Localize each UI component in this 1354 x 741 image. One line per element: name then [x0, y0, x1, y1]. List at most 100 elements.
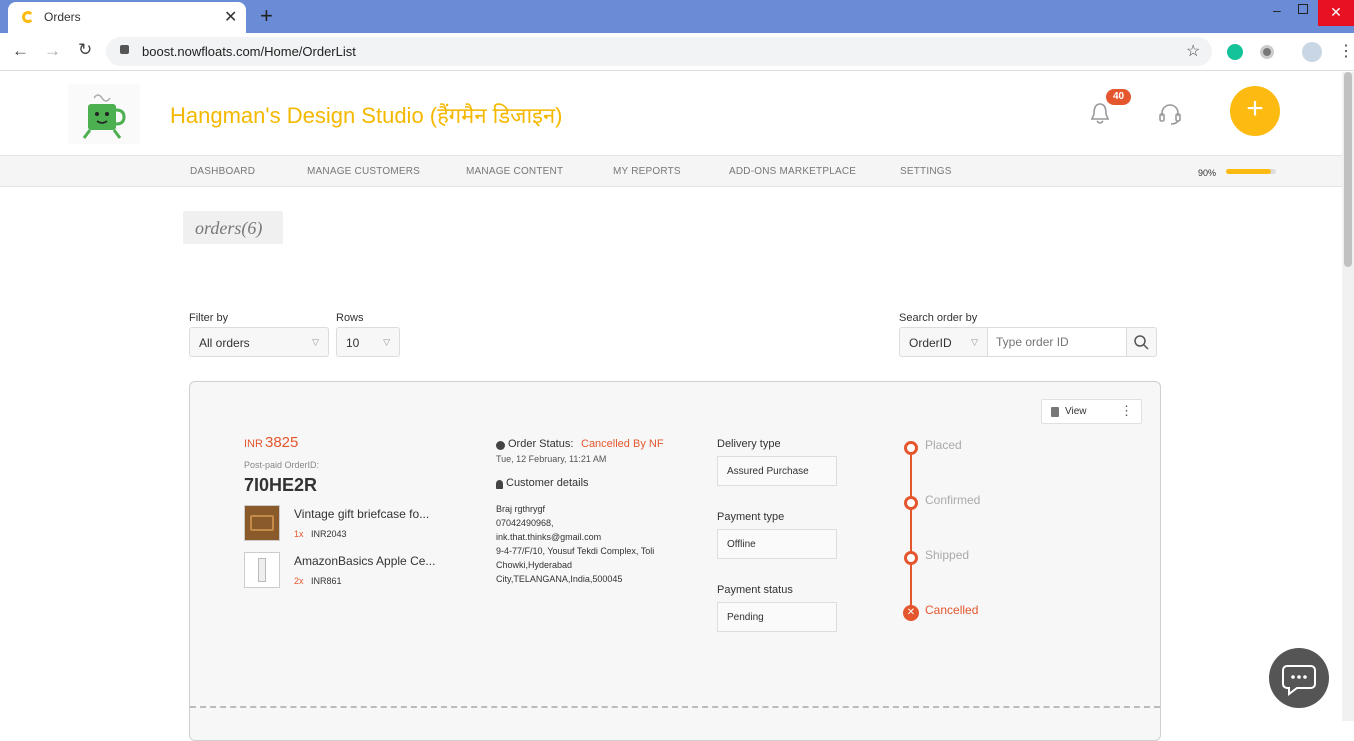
more-options-icon[interactable]: ⋮ — [1120, 403, 1133, 419]
timeline-dot — [904, 441, 918, 455]
document-icon — [1051, 407, 1059, 417]
profile-progress-bar — [1226, 169, 1276, 174]
new-tab-icon[interactable]: + — [260, 3, 273, 29]
customer-details-heading: Customer details — [506, 477, 589, 489]
timeline-line — [910, 446, 912, 611]
product-price: INR861 — [311, 576, 342, 586]
payment-status-label: Payment status — [717, 584, 793, 596]
order-id-label: Post-paid OrderID: — [244, 460, 320, 470]
customer-address-line: City,TELANGANA,India,500045 — [496, 574, 623, 584]
browser-tab-strip: Orders ✕ + – ✕ — [0, 0, 1354, 33]
timeline-dot — [904, 551, 918, 565]
product-qty: 1x — [294, 529, 304, 539]
payment-type-field: Offline — [717, 529, 837, 559]
search-type-value: OrderID — [909, 336, 952, 350]
order-id-search-input[interactable] — [987, 327, 1127, 357]
timeline-step: Confirmed — [925, 493, 981, 507]
timeline-step: Placed — [925, 438, 962, 452]
timeline-step: Shipped — [925, 548, 970, 562]
reload-icon[interactable]: ↻ — [78, 40, 92, 60]
filter-select[interactable]: All orders ▽ — [189, 327, 329, 357]
profile-avatar[interactable] — [1302, 42, 1322, 62]
nav-dashboard[interactable]: DASHBOARD — [190, 166, 255, 177]
rows-label: Rows — [336, 312, 364, 324]
nav-settings[interactable]: SETTINGS — [900, 166, 952, 177]
order-card: View ⋮ INR 3825 Post-paid OrderID: 7I0HE… — [189, 381, 1161, 741]
main-nav: DASHBOARD MANAGE CUSTOMERS MANAGE CONTEN… — [0, 155, 1342, 187]
product-thumbnail — [244, 552, 280, 588]
page-title-box: orders(6) — [183, 211, 283, 244]
filter-select-value: All orders — [199, 336, 250, 350]
customer-phone: 07042490968, — [496, 518, 554, 528]
order-currency: INR — [244, 438, 263, 450]
cancelled-x-icon: ✕ — [903, 605, 919, 621]
url-text: boost.nowfloats.com/Home/OrderList — [142, 44, 356, 59]
search-type-select[interactable]: OrderID ▽ — [899, 327, 988, 357]
nav-manage-content[interactable]: MANAGE CONTENT — [466, 166, 563, 177]
payment-type-value: Offline — [727, 539, 756, 550]
chat-bubble-icon — [1282, 665, 1316, 696]
rows-select-value: 10 — [346, 336, 360, 350]
payment-status-value: Pending — [727, 612, 764, 623]
nav-my-reports[interactable]: MY REPORTS — [613, 166, 681, 177]
delivery-type-field: Assured Purchase — [717, 456, 837, 486]
business-name: Hangman's Design Studio (हैंगमैन डिजाइन) — [170, 103, 563, 128]
view-label: View — [1065, 406, 1087, 417]
chevron-down-icon: ▽ — [971, 337, 978, 347]
scrollbar-thumb[interactable] — [1344, 72, 1352, 267]
chat-widget-button[interactable] — [1269, 648, 1329, 708]
card-divider — [190, 706, 1160, 708]
order-status-label: Order Status: — [508, 438, 574, 450]
customer-address-line: Chowki,Hyderabad — [496, 560, 573, 570]
site-header: Hangman's Design Studio (हैंगमैन डिजाइन)… — [0, 72, 1342, 156]
nav-addons-marketplace[interactable]: ADD-ONS MARKETPLACE — [729, 166, 856, 177]
person-icon — [496, 480, 503, 489]
customer-name: Braj rgthrygf — [496, 504, 546, 514]
support-headset-icon[interactable] — [1158, 102, 1182, 131]
delivery-type-value: Assured Purchase — [727, 466, 809, 477]
close-tab-icon[interactable]: ✕ — [224, 7, 237, 27]
chevron-down-icon: ▽ — [312, 337, 319, 347]
address-bar[interactable]: boost.nowfloats.com/Home/OrderList ☆ — [106, 37, 1212, 66]
grammarly-extension-icon[interactable] — [1227, 44, 1243, 60]
timeline-dot — [904, 496, 918, 510]
search-order-label: Search order by — [899, 312, 978, 324]
restore-icon[interactable] — [1298, 4, 1308, 14]
forward-icon[interactable]: → — [44, 41, 61, 61]
notification-bell-icon[interactable] — [1090, 102, 1110, 131]
product-name: Vintage gift briefcase fo... — [294, 507, 430, 521]
search-button[interactable] — [1126, 327, 1157, 357]
notification-count-badge: 40 — [1106, 89, 1131, 105]
nav-manage-customers[interactable]: MANAGE CUSTOMERS — [307, 166, 420, 177]
favicon-icon — [22, 11, 34, 23]
profile-progress-fill — [1226, 169, 1271, 174]
page-title: orders(6) — [195, 218, 263, 238]
bookmark-star-icon[interactable]: ☆ — [1186, 41, 1200, 61]
payment-status-field: Pending — [717, 602, 837, 632]
browser-menu-icon[interactable]: ⋮ — [1338, 41, 1354, 61]
clock-icon — [496, 441, 505, 450]
product-thumbnail — [244, 505, 280, 541]
back-icon[interactable]: ← — [12, 41, 29, 61]
close-window-icon[interactable]: ✕ — [1318, 0, 1354, 26]
search-icon — [1134, 335, 1149, 350]
filter-by-label: Filter by — [189, 312, 229, 324]
order-timeline: Placed Confirmed Shipped ✕ Cancelled — [903, 438, 1031, 621]
view-order-button[interactable]: View ⋮ — [1041, 399, 1142, 424]
extension-icon[interactable] — [1260, 45, 1274, 59]
browser-tab[interactable]: Orders ✕ — [8, 2, 246, 33]
timeline-step-current: Cancelled — [925, 603, 979, 617]
payment-type-label: Payment type — [717, 511, 785, 523]
delivery-type-label: Delivery type — [717, 438, 781, 450]
add-button[interactable]: + — [1230, 86, 1280, 136]
product-price: INR2043 — [311, 529, 347, 539]
tab-title: Orders — [44, 10, 81, 24]
minimize-icon[interactable]: – — [1273, 2, 1281, 18]
order-amount: 3825 — [265, 434, 299, 451]
customer-email: ink.that.thinks@gmail.com — [496, 532, 602, 542]
business-logo[interactable] — [68, 84, 140, 144]
page-scrollbar[interactable] — [1342, 72, 1354, 721]
profile-progress-label: 90% — [1198, 168, 1217, 178]
customer-details: Braj rgthrygf 07042490968, ink.that.thin… — [496, 502, 696, 586]
rows-select[interactable]: 10 ▽ — [336, 327, 400, 357]
